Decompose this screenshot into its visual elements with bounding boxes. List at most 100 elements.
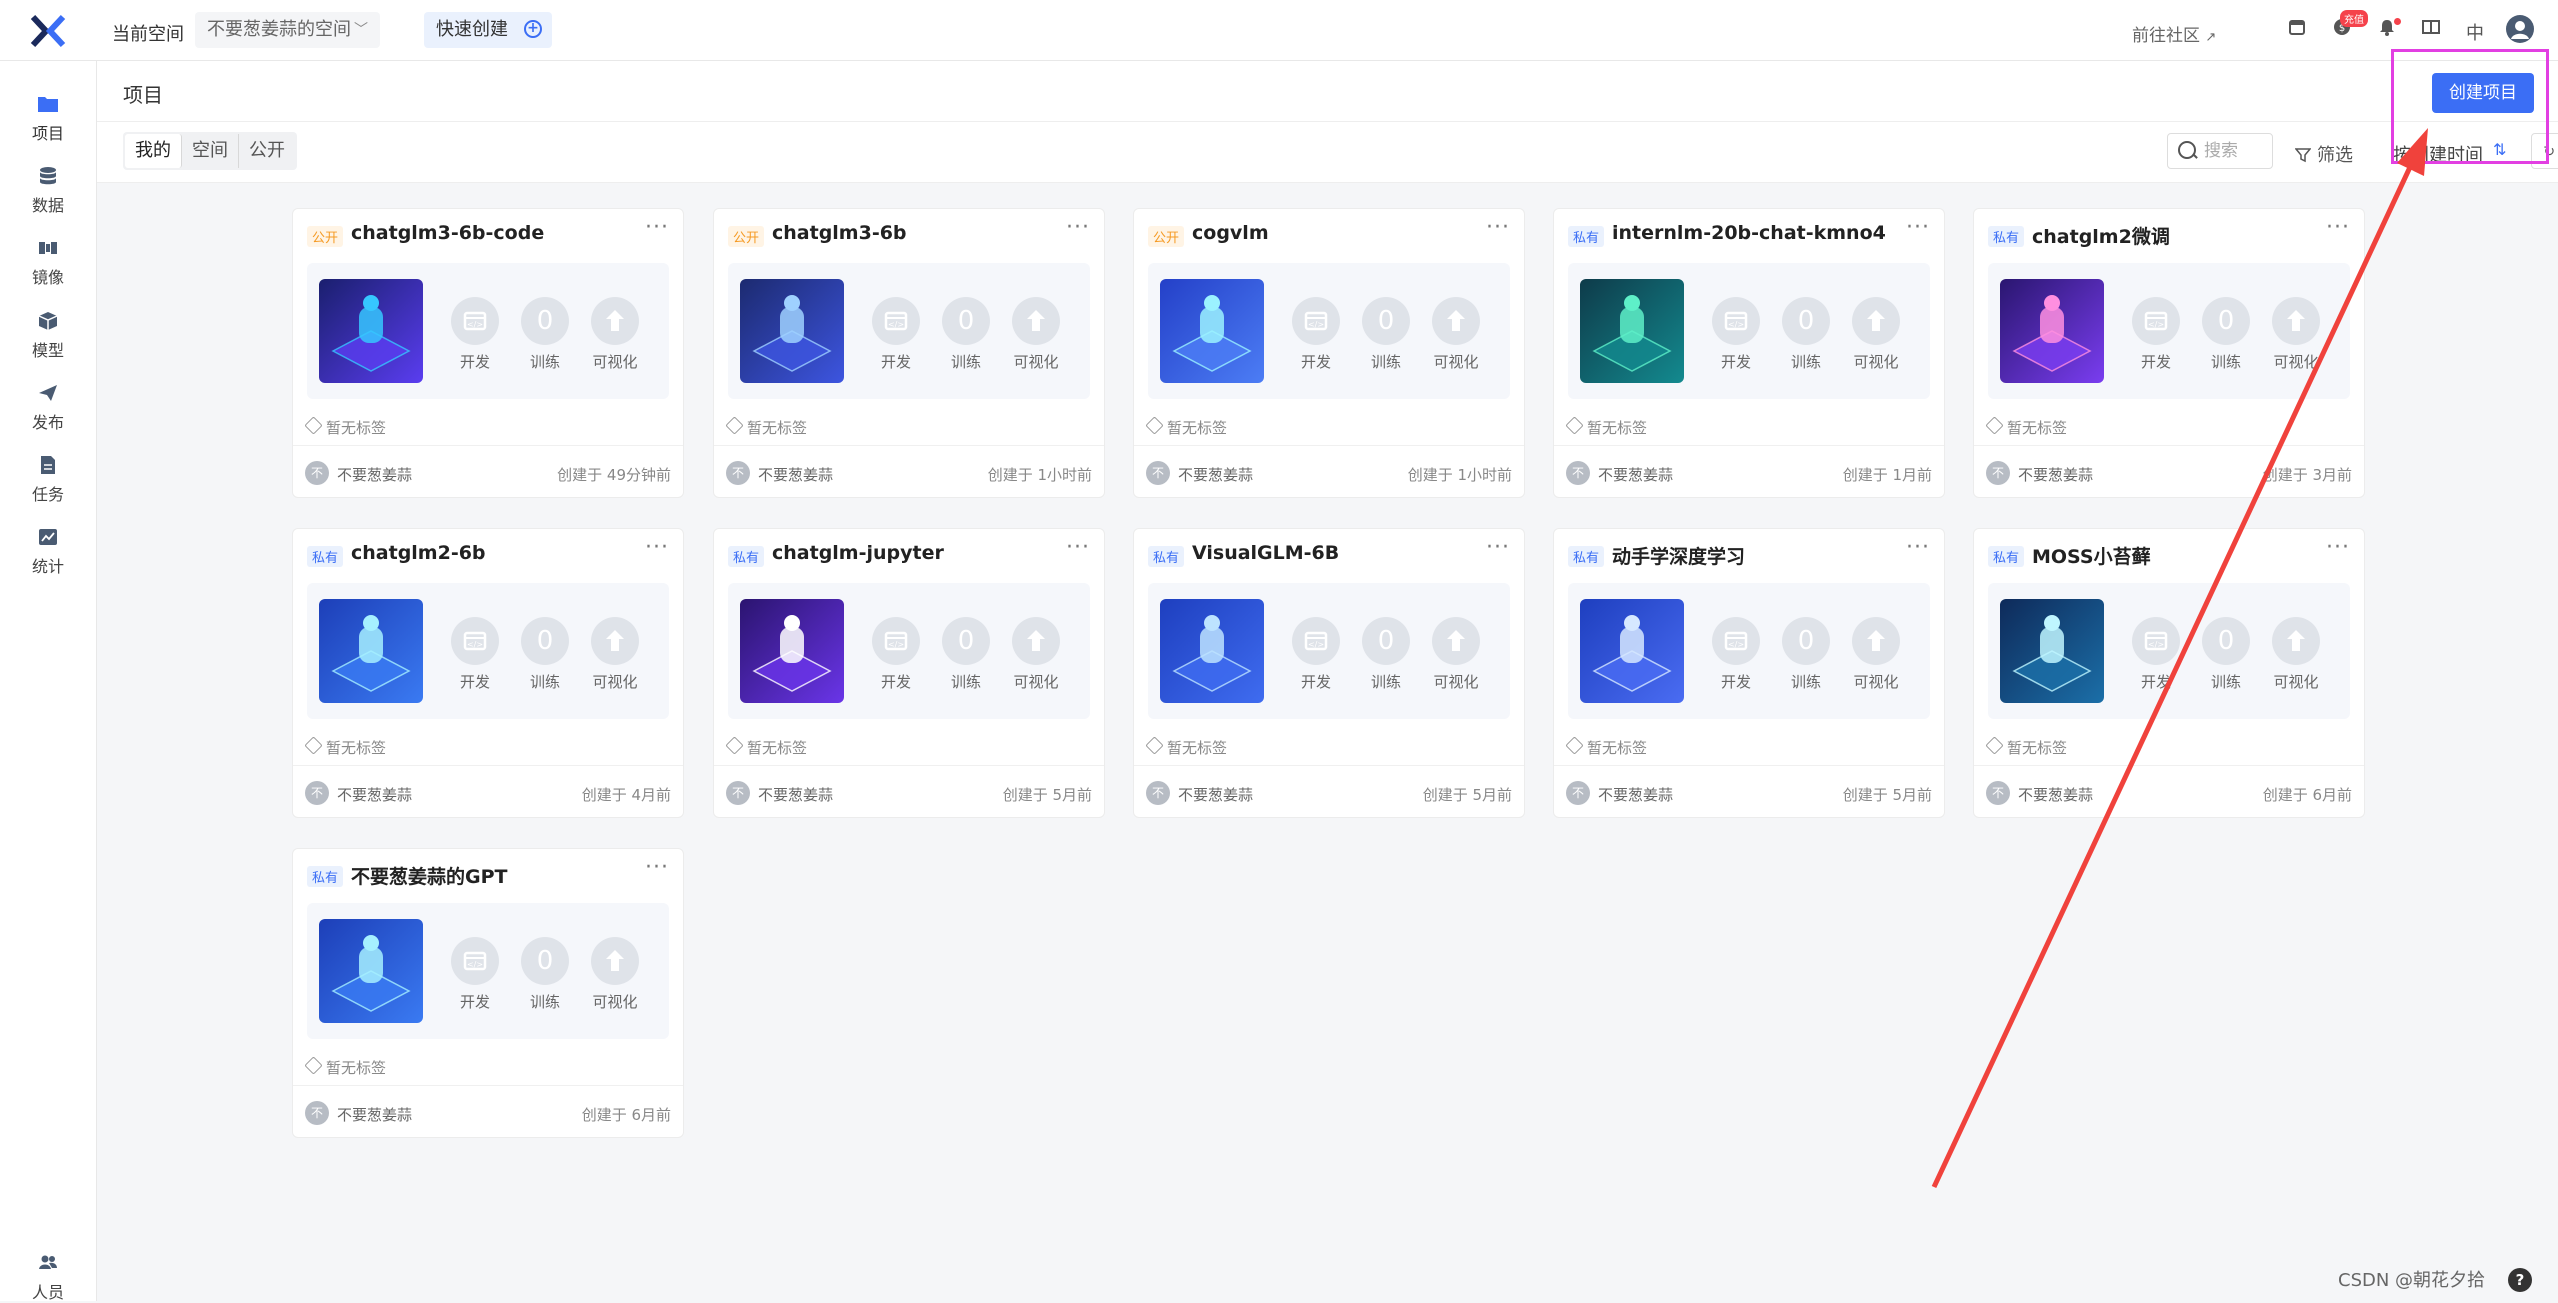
language-switch[interactable]: 中	[2466, 19, 2484, 45]
project-name[interactable]: 不要葱姜蒜的GPT	[351, 862, 507, 889]
project-card[interactable]: 私有 动手学深度学习 ··· </> 开发 0 训练 可视化 暂无标签 不 不要…	[1553, 528, 1945, 818]
sidebar-item-data[interactable]: 数据	[0, 166, 96, 216]
project-card[interactable]: 私有 internlm-20b-chat-kmno4 ··· </> 开发 0	[1553, 208, 1945, 498]
sidebar-item-publish[interactable]: 发布	[0, 383, 96, 433]
viz-stat[interactable]: 可视化	[2270, 297, 2322, 372]
project-tags[interactable]: 暂无标签	[725, 416, 807, 438]
dev-stat[interactable]: </> 开发	[449, 297, 501, 372]
project-card[interactable]: 公开 chatglm3-6b ··· </> 开发 0 训练 可视化 暂无标签 …	[713, 208, 1105, 498]
project-tags[interactable]: 暂无标签	[1145, 736, 1227, 758]
viz-stat[interactable]: 可视化	[1010, 297, 1062, 372]
more-options-icon[interactable]: ···	[2326, 215, 2350, 240]
project-thumbnail[interactable]	[1160, 599, 1264, 703]
more-options-icon[interactable]: ···	[1066, 215, 1090, 240]
dev-stat[interactable]: </> 开发	[2130, 297, 2182, 372]
search-input[interactable]: 搜索	[2167, 133, 2273, 169]
project-name[interactable]: internlm-20b-chat-kmno4	[1612, 222, 1886, 244]
project-tags[interactable]: 暂无标签	[1565, 416, 1647, 438]
project-name[interactable]: chatglm3-6b	[772, 222, 907, 244]
sidebar-item-stats[interactable]: 统计	[0, 527, 96, 577]
dev-stat[interactable]: </> 开发	[449, 937, 501, 1012]
tab-space[interactable]: 空间	[182, 134, 239, 168]
project-name[interactable]: 动手学深度学习	[1612, 542, 1745, 569]
train-stat[interactable]: 0 训练	[2200, 297, 2252, 372]
viz-stat[interactable]: 可视化	[1010, 617, 1062, 692]
project-tags[interactable]: 暂无标签	[1145, 416, 1227, 438]
user-avatar-icon[interactable]	[2506, 15, 2534, 43]
project-thumbnail[interactable]	[319, 279, 423, 383]
calendar-icon[interactable]	[2286, 18, 2308, 40]
project-card[interactable]: 私有 VisualGLM-6B ··· </> 开发 0 训练 可视化 暂无标签…	[1133, 528, 1525, 818]
project-card[interactable]: 私有 chatglm2-6b ··· </> 开发 0 训练 可视化 暂无标签 …	[292, 528, 684, 818]
project-thumbnail[interactable]	[740, 279, 844, 383]
project-name[interactable]: VisualGLM-6B	[1192, 542, 1339, 564]
project-name[interactable]: chatglm3-6b-code	[351, 222, 544, 244]
space-select[interactable]: 不要葱姜蒜的空间 ﹀	[195, 12, 380, 48]
project-card[interactable]: 私有 chatglm2微调 ··· </> 开发 0 训练 可视化 暂无标签 不…	[1973, 208, 2365, 498]
project-thumbnail[interactable]	[319, 919, 423, 1023]
project-tags[interactable]: 暂无标签	[304, 416, 386, 438]
dev-stat[interactable]: </> 开发	[1710, 297, 1762, 372]
more-options-icon[interactable]: ···	[1906, 215, 1930, 240]
project-thumbnail[interactable]	[1580, 599, 1684, 703]
viz-stat[interactable]: 可视化	[2270, 617, 2322, 692]
more-options-icon[interactable]: ···	[645, 535, 669, 560]
project-card[interactable]: 私有 MOSS小苔藓 ··· </> 开发 0 训练 可视化 暂无标签 不 不要…	[1973, 528, 2365, 818]
more-options-icon[interactable]: ···	[1486, 215, 1510, 240]
project-name[interactable]: chatglm-jupyter	[772, 542, 944, 564]
more-options-icon[interactable]: ···	[1906, 535, 1930, 560]
more-options-icon[interactable]: ···	[2326, 535, 2350, 560]
project-card[interactable]: 私有 chatglm-jupyter ··· </> 开发 0 训练 可视化 暂…	[713, 528, 1105, 818]
train-stat[interactable]: 0 训练	[519, 297, 571, 372]
recharge-badge[interactable]: 充值	[2340, 10, 2368, 27]
help-button[interactable]: ?	[2508, 1268, 2532, 1292]
sidebar-item-projects[interactable]: 项目	[0, 94, 96, 144]
dev-stat[interactable]: </> 开发	[870, 297, 922, 372]
train-stat[interactable]: 0 训练	[1360, 617, 1412, 692]
project-tags[interactable]: 暂无标签	[1565, 736, 1647, 758]
project-card[interactable]: 公开 cogvlm ··· </> 开发 0 训练 可视化 暂无标签 不 不要葱…	[1133, 208, 1525, 498]
viz-stat[interactable]: 可视化	[589, 297, 641, 372]
project-name[interactable]: chatglm2微调	[2032, 222, 2170, 249]
dev-stat[interactable]: </> 开发	[2130, 617, 2182, 692]
viz-stat[interactable]: 可视化	[589, 937, 641, 1012]
train-stat[interactable]: 0 训练	[1780, 617, 1832, 692]
project-thumbnail[interactable]	[2000, 279, 2104, 383]
train-stat[interactable]: 0 训练	[519, 617, 571, 692]
dev-stat[interactable]: </> 开发	[1290, 617, 1342, 692]
tab-public[interactable]: 公开	[239, 134, 295, 168]
sidebar-item-images[interactable]: 镜像	[0, 238, 96, 288]
more-options-icon[interactable]: ···	[1486, 535, 1510, 560]
train-stat[interactable]: 0 训练	[940, 617, 992, 692]
train-stat[interactable]: 0 训练	[519, 937, 571, 1012]
project-card[interactable]: 公开 chatglm3-6b-code ··· </> 开发 0 训练 可视化 …	[292, 208, 684, 498]
project-tags[interactable]: 暂无标签	[304, 1056, 386, 1078]
project-thumbnail[interactable]	[740, 599, 844, 703]
more-options-icon[interactable]: ···	[645, 855, 669, 880]
tab-mine[interactable]: 我的	[125, 134, 182, 168]
filter-button[interactable]: 筛选	[2294, 141, 2353, 167]
project-thumbnail[interactable]	[1580, 279, 1684, 383]
viz-stat[interactable]: 可视化	[1850, 617, 1902, 692]
project-tags[interactable]: 暂无标签	[1985, 416, 2067, 438]
sidebar-item-tasks[interactable]: 任务	[0, 455, 96, 505]
dev-stat[interactable]: </> 开发	[1290, 297, 1342, 372]
dev-stat[interactable]: </> 开发	[870, 617, 922, 692]
logo-icon[interactable]	[30, 14, 66, 48]
dev-stat[interactable]: </> 开发	[1710, 617, 1762, 692]
quick-create-button[interactable]: 快速创建 +	[424, 12, 552, 48]
train-stat[interactable]: 0 训练	[1780, 297, 1832, 372]
dev-stat[interactable]: </> 开发	[449, 617, 501, 692]
book-icon[interactable]	[2420, 18, 2442, 40]
project-name[interactable]: chatglm2-6b	[351, 542, 486, 564]
project-name[interactable]: cogvlm	[1192, 222, 1269, 244]
more-options-icon[interactable]: ···	[1066, 535, 1090, 560]
viz-stat[interactable]: 可视化	[589, 617, 641, 692]
project-tags[interactable]: 暂无标签	[1985, 736, 2067, 758]
project-name[interactable]: MOSS小苔藓	[2032, 542, 2151, 569]
train-stat[interactable]: 0 训练	[2200, 617, 2252, 692]
sidebar-item-models[interactable]: 模型	[0, 311, 96, 361]
train-stat[interactable]: 0 训练	[1360, 297, 1412, 372]
project-thumbnail[interactable]	[319, 599, 423, 703]
more-options-icon[interactable]: ···	[645, 215, 669, 240]
